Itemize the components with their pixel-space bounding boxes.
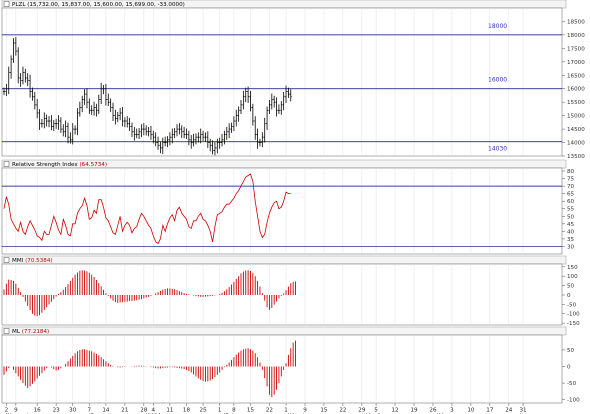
x-day-label: 22 — [266, 408, 273, 414]
y-tick-label: 35 — [567, 237, 575, 243]
y-tick-label: -50 — [567, 381, 577, 387]
y-tick-label: 70 — [567, 184, 575, 190]
price-level-label: 16000 — [488, 77, 507, 84]
x-day-label: 1 — [218, 408, 222, 414]
x-day-label: 10 — [467, 408, 475, 414]
price-level-label: 14030 — [488, 146, 507, 153]
y-tick-label: 100 — [567, 274, 578, 280]
x-day-label: 12 — [391, 408, 398, 414]
x-day-label: 19 — [410, 408, 418, 414]
y-tick-label: 50 — [567, 214, 575, 220]
x-day-label: 30 — [69, 408, 77, 414]
y-tick-label: 16500 — [567, 73, 585, 79]
y-tick-label: 150 — [567, 265, 578, 271]
y-tick-label: 60 — [567, 199, 575, 205]
y-tick-label: 65 — [567, 192, 575, 198]
x-day-label: 15 — [320, 408, 328, 414]
chart-canvas: 1850018000175001700016500160001550015000… — [1, 0, 585, 414]
y-tick-label: -100 — [567, 398, 580, 404]
x-day-label: 24 — [505, 408, 513, 414]
y-tick-label: 16000 — [567, 87, 585, 93]
ml-title: ML (77.2184) — [12, 329, 49, 335]
mmi-title: MMI (70.5384) — [12, 258, 53, 264]
y-tick-label: 0 — [567, 293, 571, 299]
pane-frame — [1, 334, 563, 404]
y-tick-label: 17000 — [567, 60, 585, 66]
x-day-label: 26 — [429, 408, 437, 414]
y-tick-label: -50 — [567, 302, 577, 308]
y-tick-label: 55 — [567, 207, 575, 213]
x-day-label: 11 — [166, 408, 174, 414]
y-tick-label: 14500 — [567, 127, 585, 133]
price-title: PLZL (15,732.00, 15,837.00, 15,600.00, 1… — [12, 2, 185, 8]
x-day-label: 17 — [486, 408, 494, 414]
pane-frame — [1, 263, 563, 326]
y-tick-label: 75 — [567, 177, 575, 183]
pane-menu-icon — [3, 328, 10, 334]
y-tick-label: 50 — [567, 284, 575, 290]
price-level-label: 18000 — [488, 23, 507, 30]
y-tick-label: 14000 — [567, 141, 585, 147]
y-tick-label: 40 — [567, 229, 575, 235]
pane-header-bar — [1, 255, 567, 265]
y-tick-label: -150 — [567, 321, 580, 327]
x-day-label: 1 — [284, 408, 288, 414]
y-tick-label: 30 — [567, 244, 575, 250]
pane-menu-icon — [3, 1, 10, 7]
x-day-label: 3 — [450, 408, 454, 414]
x-day-label: 18 — [183, 408, 191, 414]
pane-frame — [1, 7, 563, 157]
y-tick-label: 45 — [567, 222, 575, 228]
x-day-label: 29 — [358, 408, 366, 414]
y-tick-label: 80 — [567, 169, 575, 175]
x-day-label: 22 — [339, 408, 346, 414]
rsi-title: Relative Strength Index (64.5734) — [12, 162, 107, 168]
y-tick-label: 0 — [567, 365, 571, 371]
y-tick-label: 15500 — [567, 100, 585, 106]
pane-menu-icon — [3, 161, 10, 167]
y-tick-label: 18000 — [567, 33, 585, 39]
x-day-label: 25 — [200, 408, 208, 414]
y-tick-label: 13500 — [567, 154, 585, 160]
pane-frame — [1, 167, 563, 255]
x-day-label: 21 — [121, 408, 129, 414]
y-tick-label: 17500 — [567, 46, 585, 52]
pane-menu-icon — [3, 257, 10, 263]
x-day-label: 23 — [53, 408, 61, 414]
y-tick-label: 15000 — [567, 114, 585, 120]
pane-header-bar — [1, 326, 567, 336]
y-tick-label: -100 — [567, 312, 580, 318]
y-tick-label: 50 — [567, 348, 575, 354]
y-tick-label: 18500 — [567, 19, 585, 25]
